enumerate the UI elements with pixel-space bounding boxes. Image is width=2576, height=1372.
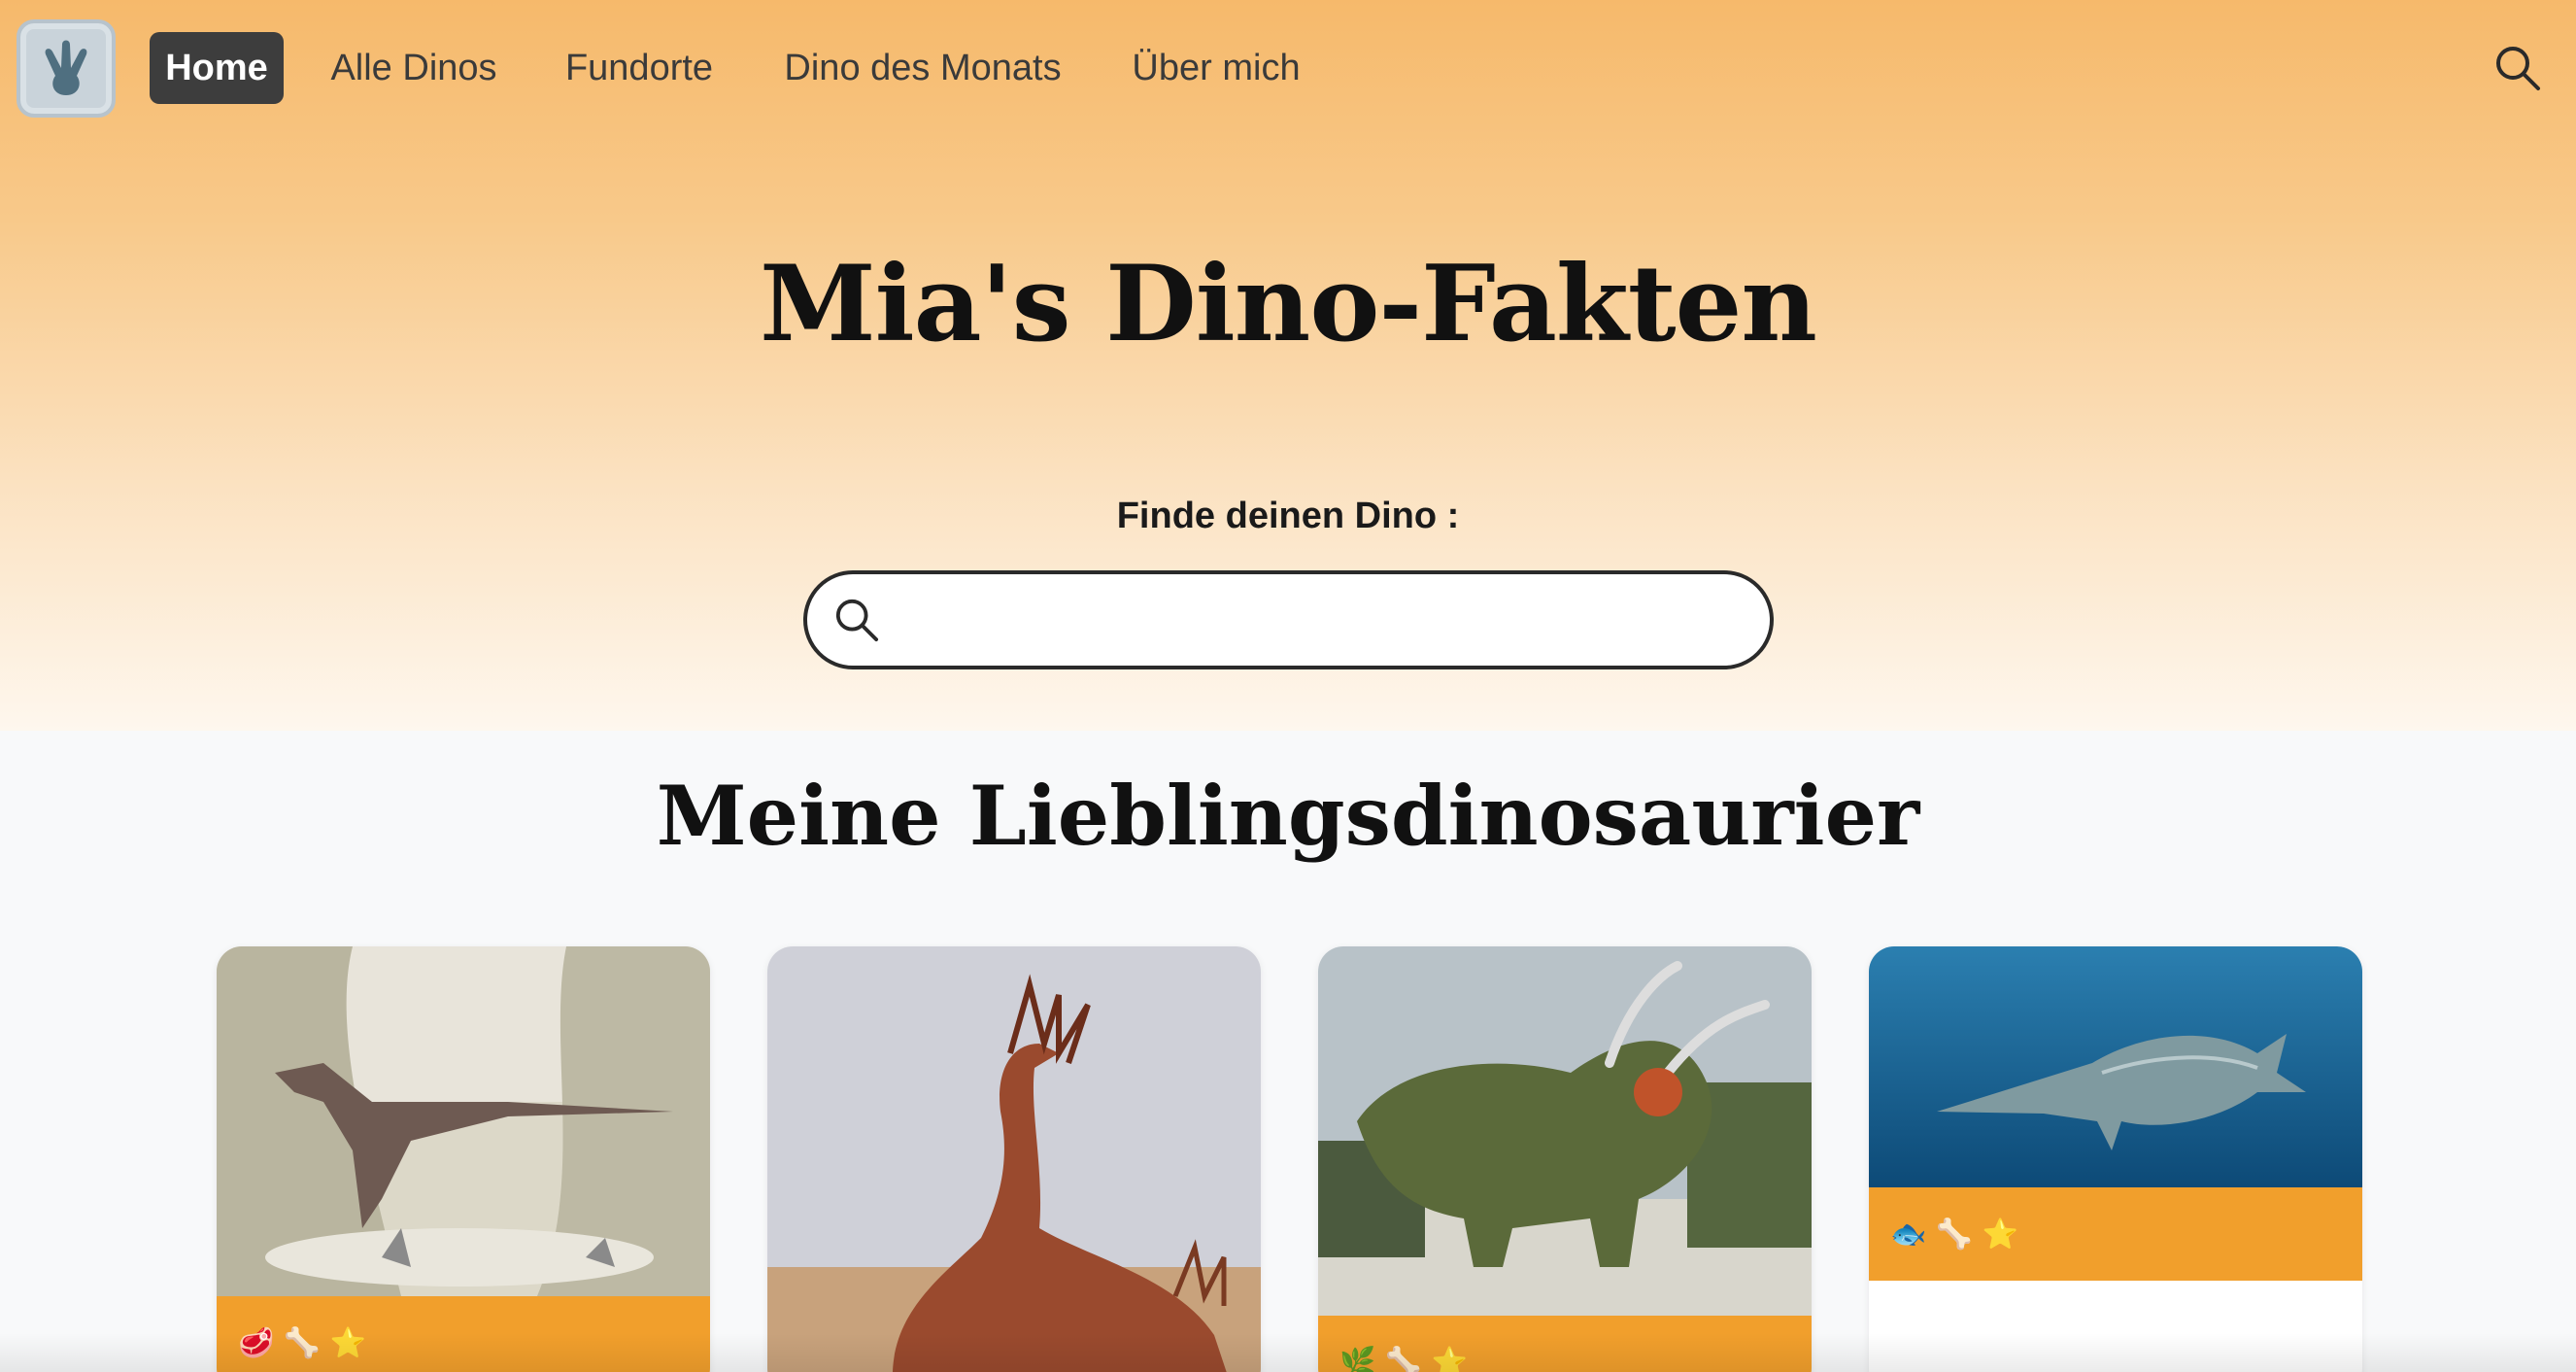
amargasaurus-image (767, 946, 1261, 1372)
ichthyosaur-image (1869, 946, 2362, 1187)
nav-alle-dinos-label: Alle Dinos (330, 47, 497, 88)
favorites-title: Meine Lieblingsdinosaurier (656, 768, 1920, 864)
bottom-fade (0, 1333, 2576, 1372)
site-logo[interactable] (17, 19, 116, 118)
nav-fundorte[interactable]: Fundorte (544, 32, 734, 104)
page-title: Mia's Dino-Fakten (760, 243, 1817, 365)
dino-card-velociraptor[interactable]: 🥩 🦴 ⭐ (217, 946, 710, 1372)
nav-home-label: Home (165, 47, 268, 88)
dino-footprint-icon (45, 40, 87, 95)
dino-card-amargasaurus[interactable] (767, 946, 1261, 1372)
nav-dino-des-monats-label: Dino des Monats (784, 47, 1062, 88)
fish-icon: 🐟 (1890, 1218, 1927, 1251)
dino-search-input[interactable] (898, 600, 1734, 640)
star-icon: ⭐ (1982, 1218, 2019, 1251)
search-icon[interactable] (2494, 45, 2541, 91)
nav-home[interactable]: Home (150, 32, 284, 104)
search-label: Finde deinen Dino : (1116, 496, 1460, 536)
search-field-icon (835, 599, 879, 642)
nav-fundorte-label: Fundorte (564, 47, 714, 88)
nav-ueber-mich-label: Über mich (1132, 47, 1301, 88)
nav-ueber-mich[interactable]: Über mich (1109, 32, 1323, 104)
nav-alle-dinos[interactable]: Alle Dinos (311, 32, 517, 104)
bone-icon: 🦴 (1936, 1218, 1973, 1251)
dino-card-ichthyosaur[interactable]: 🐟 🦴 ⭐ (1869, 946, 2362, 1372)
triceratops-image (1318, 946, 1812, 1316)
card-info-bar: 🐟 🦴 ⭐ (1869, 1187, 2362, 1281)
velociraptor-image (217, 946, 710, 1296)
nav-dino-des-monats[interactable]: Dino des Monats (767, 32, 1078, 104)
dino-search-box[interactable] (803, 570, 1774, 669)
top-navbar: Home Alle Dinos Fundorte Dino des Monats… (0, 0, 2576, 136)
dino-card-triceratops[interactable]: 🌿 🦴 ⭐ (1318, 946, 1812, 1372)
